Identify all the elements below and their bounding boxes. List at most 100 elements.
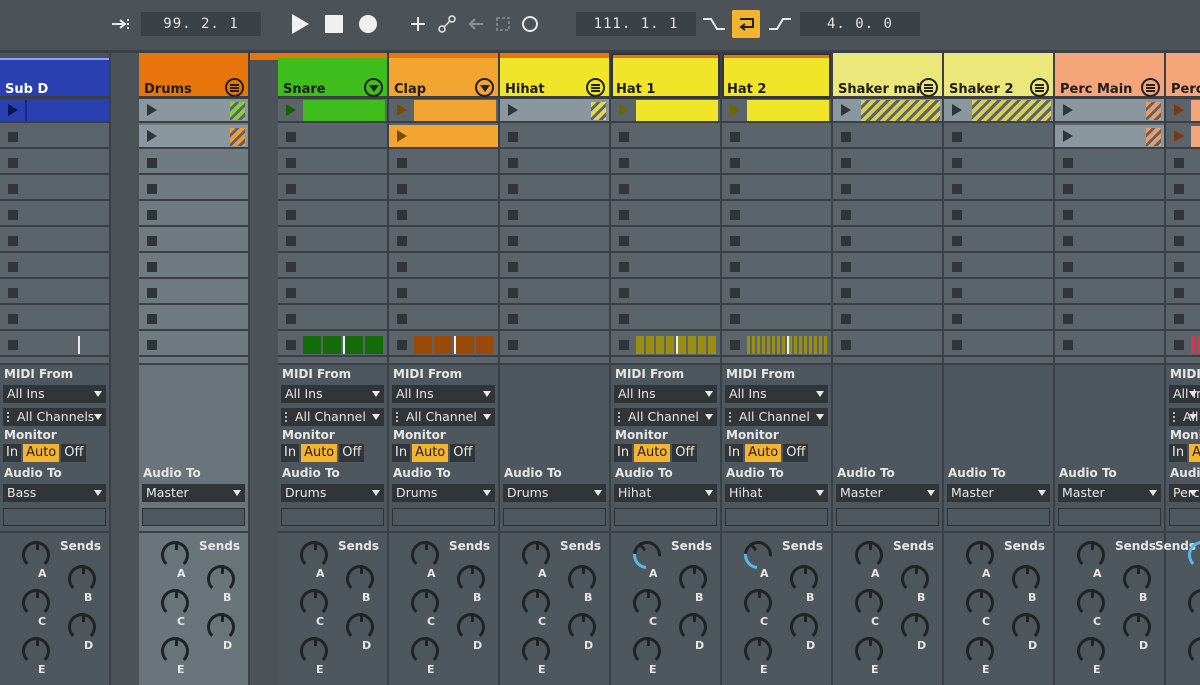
send-knob-e[interactable] (522, 637, 550, 665)
stop-clip-icon[interactable] (952, 132, 962, 142)
track-header[interactable]: Perc Main (1055, 53, 1164, 99)
clip-slot[interactable] (944, 177, 1053, 201)
stop-clip-icon[interactable] (286, 340, 296, 350)
audio-to-select[interactable]: Perc (1169, 484, 1200, 502)
send-knob-e[interactable] (966, 637, 994, 665)
stop-clip-icon[interactable] (841, 340, 851, 350)
stop-clip-icon[interactable] (952, 340, 962, 350)
audio-to-select[interactable]: Drums (281, 484, 384, 502)
send-knob-c[interactable] (1188, 589, 1200, 617)
clip-slot[interactable] (500, 333, 609, 357)
audio-to-select[interactable]: Bass (3, 484, 106, 502)
send-knob-c[interactable] (633, 589, 661, 617)
audio-to-select[interactable]: Drums (392, 484, 495, 502)
clip-slot[interactable] (944, 255, 1053, 279)
audio-to-select[interactable]: Master (1058, 484, 1161, 502)
stop-clip-icon[interactable] (619, 184, 629, 194)
send-knob-a[interactable] (855, 541, 883, 569)
clip-slot[interactable] (389, 307, 498, 331)
clip-slot[interactable] (1166, 99, 1200, 123)
clip-slot[interactable] (1166, 125, 1200, 149)
stop-clip-icon[interactable] (286, 236, 296, 246)
stop-clip-icon[interactable] (508, 184, 518, 194)
clip-slot[interactable] (833, 203, 942, 227)
track-header[interactable]: Drums (139, 53, 248, 99)
stop-clip-icon[interactable] (286, 288, 296, 298)
stop-clip-icon[interactable] (841, 184, 851, 194)
group-menu-icon[interactable] (225, 78, 244, 97)
stop-clip-icon[interactable] (1174, 236, 1184, 246)
clip[interactable] (636, 100, 718, 121)
clip-slot[interactable] (944, 307, 1053, 331)
monitor-auto-button[interactable]: Auto (634, 444, 671, 462)
clip-slot[interactable] (500, 281, 609, 305)
clip-slot[interactable] (1166, 203, 1200, 227)
clip-slot[interactable] (278, 99, 387, 123)
stop-clip-icon[interactable] (1063, 210, 1073, 220)
launch-clip-icon[interactable] (1063, 130, 1073, 142)
send-knob-b[interactable] (68, 565, 96, 593)
clip-slot[interactable] (278, 281, 387, 305)
audio-to-select[interactable]: Hihat (725, 484, 828, 502)
monitor-off-button[interactable]: Off (672, 444, 698, 462)
stop-clip-icon[interactable] (147, 158, 157, 168)
monitor-off-button[interactable]: Off (61, 444, 87, 462)
clip-slot[interactable] (722, 307, 831, 331)
overdub-icon[interactable] (404, 10, 432, 38)
stop-clip-icon[interactable] (397, 210, 407, 220)
track-input-box[interactable] (3, 508, 106, 526)
monitor-auto-button[interactable]: Auto (23, 444, 60, 462)
stop-clip-icon[interactable] (841, 210, 851, 220)
clip[interactable] (303, 100, 385, 121)
clip-slot[interactable] (611, 177, 720, 201)
stop-clip-icon[interactable] (619, 210, 629, 220)
stop-clip-icon[interactable] (619, 158, 629, 168)
stop-clip-icon[interactable] (8, 262, 18, 272)
stop-clip-icon[interactable] (1174, 210, 1184, 220)
stop-clip-icon[interactable] (619, 132, 629, 142)
stop-clip-icon[interactable] (147, 314, 157, 324)
stop-clip-icon[interactable] (397, 340, 407, 350)
send-knob-b[interactable] (901, 565, 929, 593)
midi-channel-select[interactable]: All Channel (392, 408, 495, 426)
track-input-box[interactable] (503, 508, 606, 526)
track-input-box[interactable] (947, 508, 1050, 526)
clip[interactable] (25, 100, 107, 121)
midi-channel-select[interactable]: All Channel (1169, 408, 1200, 426)
track-header[interactable]: Clap (389, 53, 498, 99)
track-input-box[interactable] (1058, 508, 1161, 526)
clip-slot[interactable] (278, 203, 387, 227)
play-button[interactable] (286, 10, 314, 38)
audio-to-select[interactable]: Master (836, 484, 939, 502)
stop-clip-icon[interactable] (508, 262, 518, 272)
clip-slot[interactable] (0, 203, 109, 227)
send-knob-e[interactable] (411, 637, 439, 665)
stop-clip-icon[interactable] (1063, 184, 1073, 194)
monitor-auto-button[interactable]: Auto (412, 444, 449, 462)
clip-slot[interactable] (0, 333, 109, 357)
launch-clip-icon[interactable] (1063, 104, 1073, 116)
send-knob-d[interactable] (790, 613, 818, 641)
monitor-in-button[interactable]: In (392, 444, 411, 462)
clip-slot[interactable] (139, 125, 248, 149)
launch-clip-icon[interactable] (147, 130, 157, 142)
stop-clip-icon[interactable] (397, 158, 407, 168)
stop-clip-icon[interactable] (1063, 288, 1073, 298)
clip-slot[interactable] (611, 307, 720, 331)
send-knob-d[interactable] (457, 613, 485, 641)
clip-slot[interactable] (500, 125, 609, 149)
track-input-box[interactable] (142, 508, 245, 526)
stop-clip-icon[interactable] (730, 158, 740, 168)
send-knob-b[interactable] (346, 565, 374, 593)
stop-clip-icon[interactable] (397, 314, 407, 324)
midi-from-select[interactable]: All Ins (725, 385, 828, 403)
group-menu-icon[interactable] (1030, 78, 1049, 97)
send-knob-b[interactable] (679, 565, 707, 593)
send-knob-c[interactable] (1077, 589, 1105, 617)
send-knob-a[interactable] (522, 541, 550, 569)
clip-slot[interactable] (833, 177, 942, 201)
clip-slot[interactable] (500, 203, 609, 227)
track-header[interactable]: Shaker mai (833, 53, 942, 99)
clip-slot[interactable] (500, 99, 609, 123)
clip-slot[interactable] (1166, 281, 1200, 305)
